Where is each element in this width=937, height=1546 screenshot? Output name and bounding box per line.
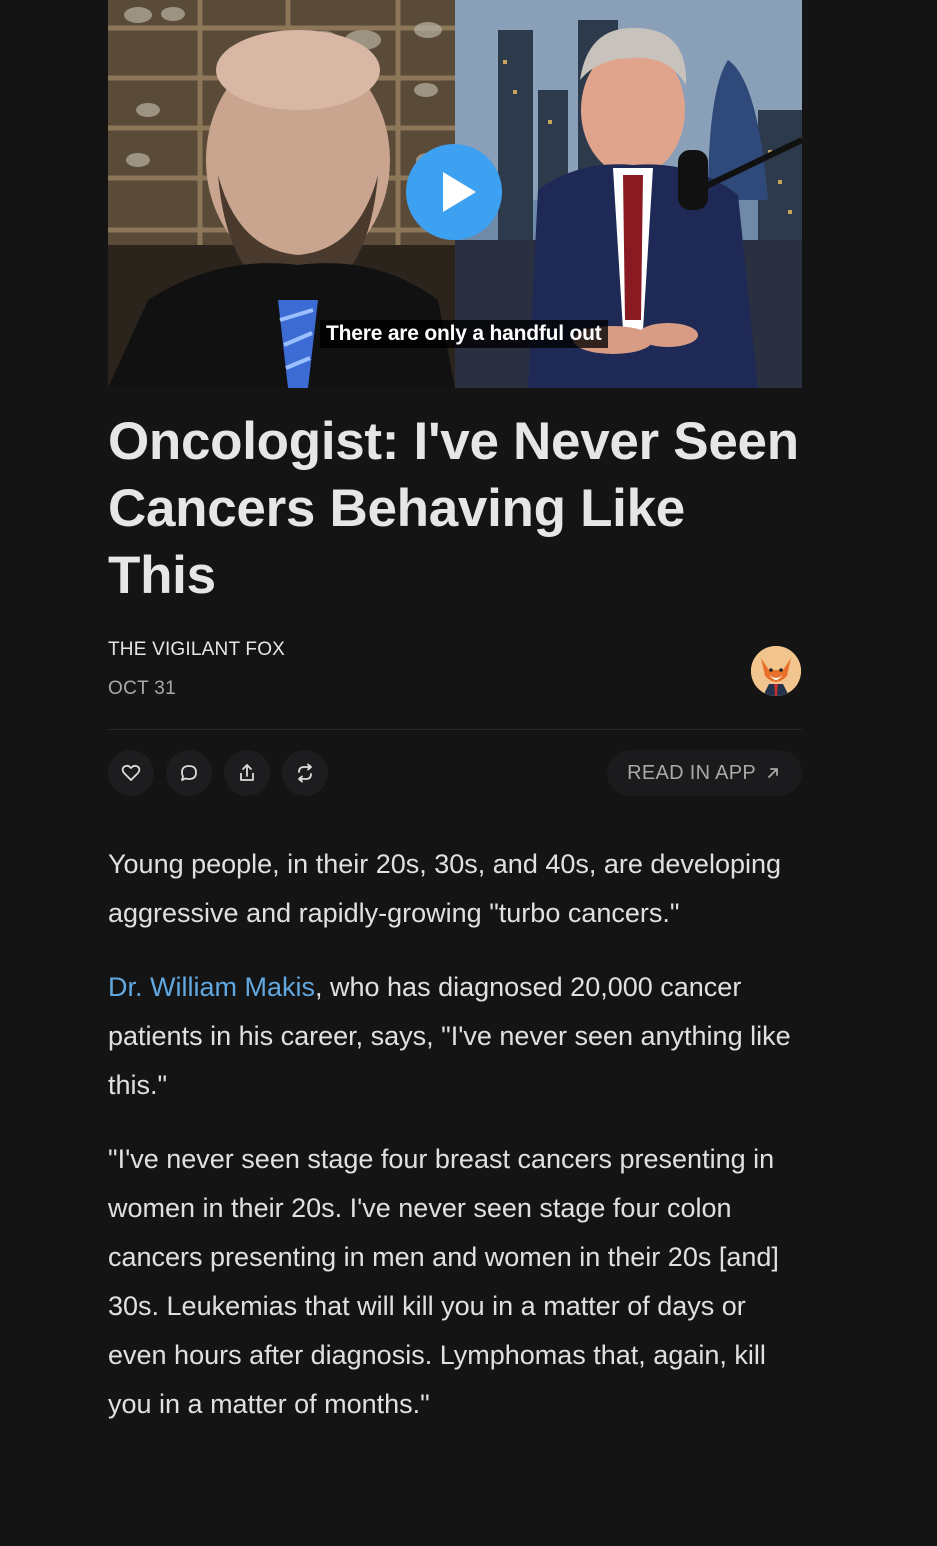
video-caption: There are only a handful out xyxy=(320,320,608,348)
page: There are only a handful out Oncologist:… xyxy=(0,0,937,1546)
comment-icon xyxy=(181,765,197,781)
dr-makis-link[interactable]: Dr. William Makis xyxy=(108,972,315,1002)
post-title: Oncologist: I've Never Seen Cancers Beha… xyxy=(108,412,799,605)
action-bar: READ IN APP xyxy=(108,750,802,796)
share-icon xyxy=(240,764,254,781)
restack-icon xyxy=(298,763,312,783)
divider xyxy=(108,729,802,730)
paragraph-3: "I've never seen stage four breast cance… xyxy=(108,1144,779,1419)
post-date: OCT 31 xyxy=(108,678,176,699)
author-avatar[interactable] xyxy=(751,646,801,696)
like-button[interactable] xyxy=(108,750,154,796)
share-button[interactable] xyxy=(224,750,270,796)
play-button[interactable] xyxy=(406,144,502,240)
read-in-app-button[interactable]: READ IN APP xyxy=(607,750,802,796)
video-embed[interactable]: There are only a handful out xyxy=(108,0,802,388)
heart-icon xyxy=(121,764,141,781)
paragraph-1: Young people, in their 20s, 30s, and 40s… xyxy=(108,849,782,928)
read-in-app-label: READ IN APP xyxy=(627,761,756,784)
restack-button[interactable] xyxy=(282,750,328,796)
author-name[interactable]: THE VIGILANT FOX xyxy=(108,639,285,661)
post-body: Young people, in their 20s, 30s, and 40s… xyxy=(108,840,802,1454)
play-icon xyxy=(443,172,476,212)
paragraph-2: Dr. William Makis, who has diagnosed 20,… xyxy=(108,963,802,1110)
arrow-up-right-icon xyxy=(768,768,778,778)
fox-avatar-icon xyxy=(751,646,801,696)
comment-button[interactable] xyxy=(166,750,212,796)
